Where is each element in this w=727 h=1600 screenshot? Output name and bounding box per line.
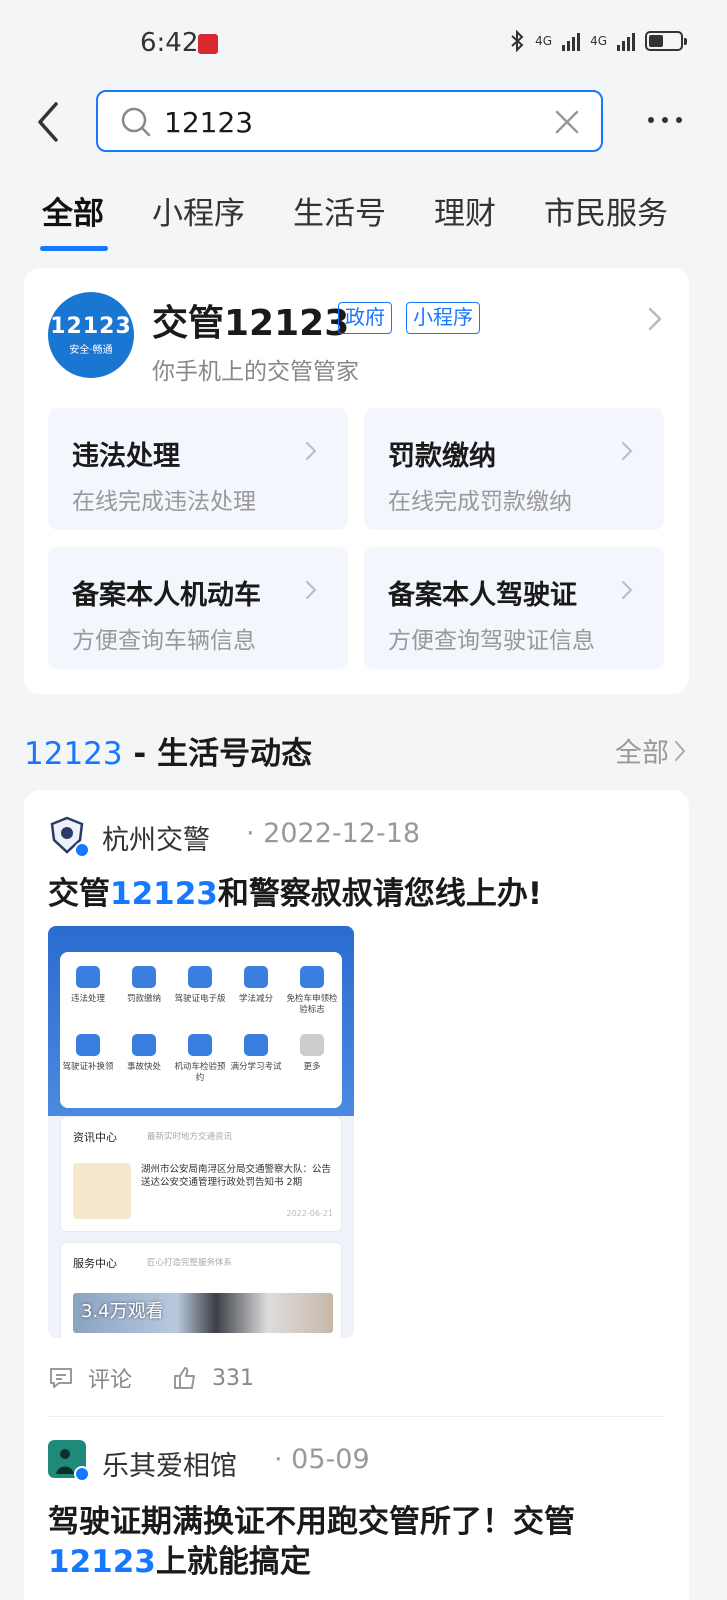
mini-program-subtitle: 你手机上的交管管家 (152, 359, 359, 385)
service-fine-payment[interactable]: 罚款缴纳 在线完成罚款缴纳 (364, 408, 664, 530)
verified-icon (74, 1466, 90, 1482)
logo-text: 12123 (50, 314, 132, 339)
service-title: 备案本人机动车 (72, 580, 261, 611)
chevron-left-icon (38, 102, 58, 142)
post-actions: 评论 331 (48, 1362, 254, 1394)
battery-icon (645, 31, 687, 51)
service-title: 备案本人驾驶证 (388, 580, 577, 611)
service-title: 违法处理 (72, 441, 180, 472)
news-text: 湖州市公安局南浔区分局交通警察大队：公告送达公安交通管理行政处罚告知书 2期 (141, 1164, 332, 1188)
mini-program-card: 12123 安全·畅通 交管12123 政府 小程序 你手机上的交管管家 违法处… (24, 268, 689, 694)
service-register-license[interactable]: 备案本人驾驶证 方便查询驾驶证信息 (364, 547, 664, 669)
grid-item: 驾驶证补换领 (60, 1034, 116, 1073)
network-label-2: 4G (590, 34, 607, 48)
bluetooth-icon (511, 30, 524, 52)
feed-card: 杭州交警 · 2022-12-18 交管12123和警察叔叔请您线上办! 违法处… (24, 790, 689, 1600)
grid-item: 更多 (284, 1034, 340, 1073)
grid-item: 满分学习考试 (228, 1034, 284, 1073)
tab-all[interactable]: 全部 (42, 188, 104, 233)
grid-item: 违法处理 (60, 966, 116, 1005)
service-panel-subtitle: 匠心打造完整服务体系 (147, 1258, 233, 1268)
section-title: 12123 - 生活号动态 (24, 728, 312, 773)
chevron-right-icon[interactable] (647, 306, 663, 332)
post-title-part: 和警察叔叔请您线上办! (217, 876, 542, 912)
post-divider (48, 1416, 665, 1417)
tag-government: 政府 (338, 302, 392, 334)
grid-item: 事故快处 (116, 1034, 172, 1073)
image-news-panel: 资讯中心 最新实时地方交通资讯 湖州市公安局南浔区分局交通警察大队：公告送达公安… (60, 1116, 342, 1232)
tag-mini-program: 小程序 (406, 302, 480, 334)
service-title: 罚款缴纳 (388, 441, 496, 472)
tab-citizen-services[interactable]: 市民服务 (544, 188, 668, 233)
post-title-part: 交管 (48, 876, 110, 912)
comment-icon[interactable] (48, 1365, 74, 1391)
post-image[interactable]: 违法处理 罚款缴纳 驾驶证电子版 学法减分 免检车申领检验标志 驾驶证补换领 事… (48, 926, 354, 1338)
service-subtitle: 在线完成罚款缴纳 (388, 489, 572, 515)
search-input[interactable] (164, 104, 524, 140)
news-date: 2022-06-21 (286, 1209, 334, 1218)
grid-item: 罚款缴纳 (116, 966, 172, 1005)
status-icons: 4G 4G (509, 30, 687, 52)
grid-item: 机动车检验预约 (172, 1034, 228, 1084)
more-options-button[interactable] (648, 110, 682, 130)
thumbs-up-icon[interactable] (172, 1365, 198, 1391)
tab-finance[interactable]: 理财 (434, 188, 496, 233)
logo-slogan: 安全·畅通 (69, 345, 113, 356)
back-button[interactable] (30, 98, 70, 146)
chevron-right-icon (675, 740, 686, 761)
signal-icon-2 (617, 31, 635, 51)
image-service-grid: 违法处理 罚款缴纳 驾驶证电子版 学法减分 免检车申领检验标志 驾驶证补换领 事… (60, 952, 342, 1108)
clear-icon[interactable] (553, 108, 581, 136)
mini-program-name[interactable]: 交管12123 (152, 294, 349, 346)
author-name[interactable]: 杭州交警 (102, 818, 210, 857)
service-register-vehicle[interactable]: 备案本人机动车 方便查询车辆信息 (48, 547, 348, 669)
section-keyword: 12123 (24, 736, 123, 772)
status-time: 6:42 (140, 28, 199, 58)
tab-life-accounts[interactable]: 生活号 (293, 188, 386, 233)
service-subtitle: 方便查询车辆信息 (72, 628, 256, 654)
post-date: · 05-09 (274, 1444, 370, 1475)
section-all-label: 全部 (615, 738, 669, 769)
section-title-text: - 生活号动态 (122, 736, 313, 772)
mini-program-logo[interactable]: 12123 安全·畅通 (48, 292, 134, 378)
comment-label[interactable]: 评论 (88, 1362, 132, 1394)
search-icon (121, 107, 151, 137)
post-title[interactable]: 驾驶证期满换证不用跑交管所了！交管 (48, 1496, 575, 1541)
chevron-right-icon (306, 581, 317, 599)
signal-icon (562, 31, 581, 51)
tab-active-indicator (40, 246, 108, 251)
grid-item: 驾驶证电子版 (172, 966, 228, 1005)
status-bar: 6:42 4G 4G (0, 0, 727, 88)
tab-mini-programs[interactable]: 小程序 (152, 188, 245, 233)
like-count: 331 (212, 1365, 255, 1391)
post-title-keyword: 12123 (48, 1544, 156, 1580)
chevron-right-icon (622, 442, 633, 460)
author-name[interactable]: 乐其爱相馆 (102, 1444, 237, 1483)
app-notification-icon (198, 34, 218, 54)
category-tabs: 全部 小程序 生活号 理财 市民服务 (0, 180, 727, 260)
post-title[interactable]: 交管12123和警察叔叔请您线上办! (48, 868, 542, 913)
network-label-1: 4G (535, 34, 553, 48)
grid-item: 学法减分 (228, 966, 284, 1005)
post-title-keyword: 12123 (110, 876, 218, 912)
service-panel-title: 服务中心 (73, 1257, 117, 1270)
service-violation-handling[interactable]: 违法处理 在线完成违法处理 (48, 408, 348, 530)
image-service-panel: 服务中心 匠心打造完整服务体系 3.4万观看 (60, 1242, 342, 1338)
section-all-link[interactable]: 全部 (615, 731, 687, 770)
grid-item: 免检车申领检验标志 (284, 966, 340, 1016)
post-title-part: 上就能搞定 (155, 1544, 311, 1580)
chevron-right-icon (306, 442, 317, 460)
news-panel-subtitle: 最新实时地方交通资讯 (147, 1132, 233, 1142)
service-subtitle: 方便查询驾驶证信息 (388, 628, 595, 654)
news-thumbnail (73, 1163, 131, 1219)
view-count: 3.4万观看 (81, 1301, 164, 1322)
chevron-right-icon (622, 581, 633, 599)
search-box[interactable] (96, 90, 603, 152)
verified-icon (74, 842, 90, 858)
news-panel-title: 资讯中心 (73, 1131, 117, 1144)
service-subtitle: 在线完成违法处理 (72, 489, 256, 515)
post-date: · 2022-12-18 (246, 818, 421, 849)
post-title-line2[interactable]: 12123上就能搞定 (48, 1536, 311, 1581)
